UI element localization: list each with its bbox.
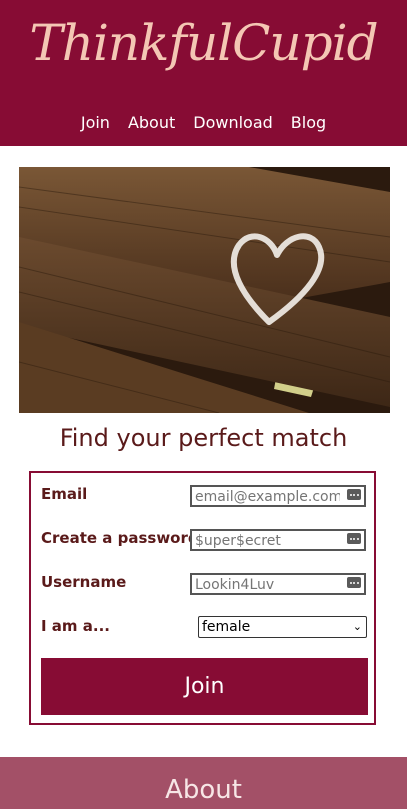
autofill-icon[interactable] [347,577,361,588]
email-field[interactable] [190,485,366,507]
page-title: Find your perfect match [59,424,348,452]
username-field[interactable] [190,573,366,595]
main-nav: Join About Download Blog [0,113,407,135]
email-label: Email [41,485,88,503]
autofill-icon[interactable] [347,489,361,500]
about-heading: About [165,775,242,805]
site-logo[interactable]: ThinkfulCupid [0,14,407,72]
username-label: Username [41,573,127,591]
nav-link-about[interactable]: About [128,113,175,135]
password-label: Create a password [41,529,199,547]
nav-link-blog[interactable]: Blog [291,113,326,135]
gender-select[interactable]: female ⌄ [198,616,367,638]
signup-form: Email Create a password Username I am a.… [29,471,376,725]
chevron-down-icon: ⌄ [352,620,362,633]
gender-select-value: female [202,619,251,635]
hero-image [19,167,390,413]
gender-label: I am a... [41,617,110,635]
nav-link-download[interactable]: Download [193,113,273,135]
autofill-icon[interactable] [347,533,361,544]
nav-link-join[interactable]: Join [81,113,110,135]
site-header: ThinkfulCupid Join About Download Blog [0,0,407,146]
about-section-header: About [0,757,407,809]
join-button[interactable]: Join [41,658,368,715]
password-field[interactable] [190,529,366,551]
